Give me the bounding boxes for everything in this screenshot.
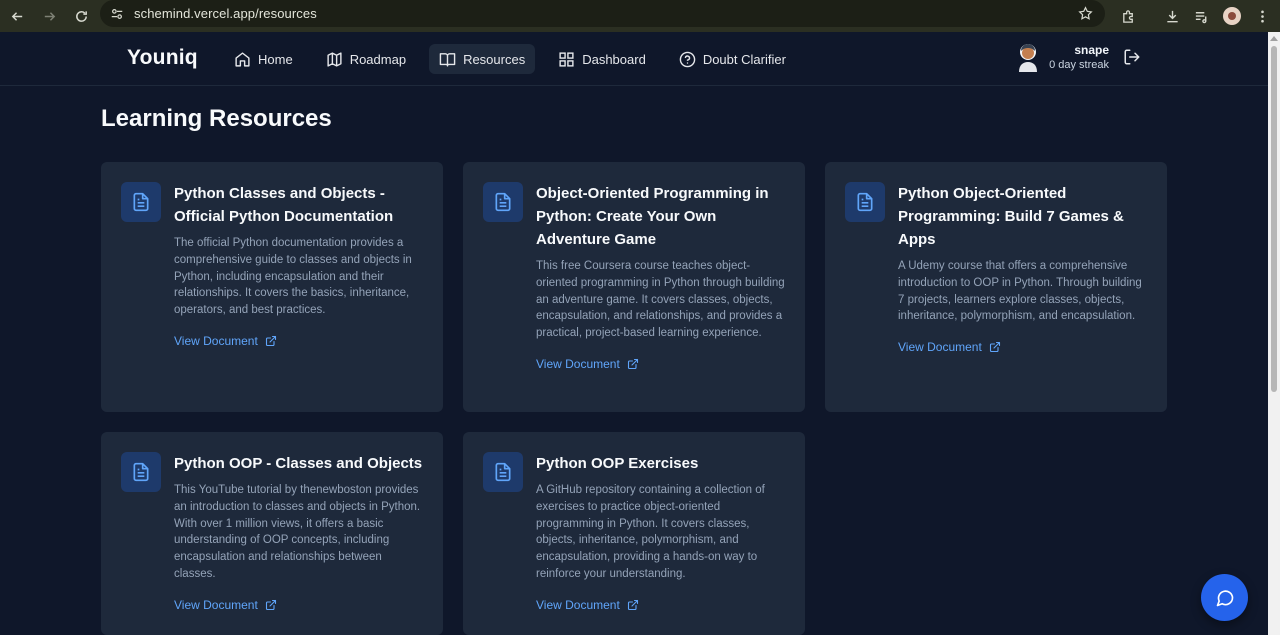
puzzle-icon [1122, 9, 1133, 23]
arrow-left-icon [11, 11, 22, 21]
nav-resources[interactable]: Resources [429, 44, 536, 74]
resource-description: The official Python documentation provid… [174, 237, 412, 317]
home-icon [235, 51, 250, 67]
brand-logo[interactable]: Youniq [127, 46, 198, 70]
external-link-icon [627, 599, 638, 610]
playlist-icon [1195, 11, 1206, 23]
bookmark-star-icon[interactable] [1078, 6, 1093, 21]
resource-title: Object-Oriented Programming in Python: C… [536, 185, 769, 248]
resource-title: Python Classes and Objects - Official Py… [174, 185, 394, 225]
scroll-up-arrow[interactable] [1270, 36, 1278, 41]
document-icon [483, 182, 523, 222]
external-link-icon [989, 342, 1000, 353]
document-icon [483, 452, 523, 492]
app-viewport: Youniq Home Roadmap Resources Dashboard … [0, 32, 1268, 635]
view-document-label: View Document [898, 340, 982, 355]
resource-title: Python OOP Exercises [536, 455, 699, 472]
book-open-icon [439, 52, 456, 67]
resource-description: This free Coursera course teaches object… [536, 260, 785, 340]
main-nav: Home Roadmap Resources Dashboard Doubt C… [224, 44, 809, 74]
nav-doubt-clarifier-label: Doubt Clarifier [702, 51, 786, 67]
resource-title: Python Object-Oriented Programming: Buil… [898, 185, 1124, 248]
reload-icon [75, 10, 87, 22]
view-document-label: View Document [174, 597, 258, 612]
media-control-button[interactable] [1189, 4, 1213, 28]
resource-description: This YouTube tutorial by thenewboston pr… [174, 484, 421, 580]
resource-card: Python Object-Oriented Programming: Buil… [825, 162, 1167, 412]
resource-description: A GitHub repository containing a collect… [536, 484, 765, 580]
browser-toolbar: schemind.vercel.app/resources [0, 0, 1280, 32]
browser-menu-button[interactable] [1250, 4, 1274, 28]
external-link-icon [627, 358, 638, 370]
resource-card: Python OOP - Classes and Objects This Yo… [101, 432, 443, 635]
forward-button[interactable] [34, 4, 64, 28]
document-icon [845, 182, 885, 222]
nav-dashboard-label: Dashboard [582, 51, 646, 67]
nav-home-label: Home [258, 51, 293, 67]
view-document-link[interactable]: View Document [174, 334, 426, 348]
resource-title: Python OOP - Classes and Objects [174, 455, 423, 472]
view-document-link[interactable]: View Document [536, 598, 788, 612]
help-circle-icon [679, 51, 696, 67]
reload-button[interactable] [66, 4, 96, 28]
view-document-label: View Document [536, 597, 620, 612]
page-scrollbar[interactable] [1268, 32, 1280, 635]
arrow-right-icon [44, 11, 55, 21]
message-circle-icon [1216, 589, 1233, 606]
view-document-label: View Document [536, 356, 620, 371]
dashboard-icon [559, 51, 574, 67]
user-info: snape 0 day streak [1049, 43, 1109, 71]
url-text[interactable]: schemind.vercel.app/resources [134, 6, 317, 21]
chat-button[interactable] [1201, 574, 1248, 621]
nav-doubt-clarifier[interactable]: Doubt Clarifier [669, 44, 796, 74]
view-document-link[interactable]: View Document [898, 340, 1150, 354]
view-document-link[interactable]: View Document [536, 357, 788, 371]
nav-roadmap[interactable]: Roadmap [316, 44, 416, 74]
top-navbar: Youniq Home Roadmap Resources Dashboard … [0, 32, 1268, 86]
view-document-link[interactable]: View Document [174, 598, 426, 612]
address-bar[interactable]: schemind.vercel.app/resources [100, 0, 1105, 27]
resource-description: A Udemy course that offers a comprehensi… [898, 260, 1142, 323]
nav-resources-label: Resources [463, 51, 526, 67]
logout-icon[interactable] [1123, 48, 1141, 66]
more-vertical-icon [1260, 10, 1264, 22]
profile-button[interactable] [1220, 4, 1244, 28]
user-name: snape [1074, 43, 1109, 57]
external-link-icon [265, 335, 276, 347]
profile-avatar [1223, 7, 1241, 25]
document-icon [121, 182, 161, 222]
extensions-button[interactable] [1116, 4, 1140, 28]
nav-dashboard[interactable]: Dashboard [548, 44, 656, 74]
back-button[interactable] [2, 4, 32, 28]
user-menu: snape 0 day streak [1015, 42, 1141, 72]
downloads-button[interactable] [1160, 4, 1184, 28]
map-icon [327, 51, 342, 67]
scrollbar-thumb[interactable] [1271, 46, 1277, 392]
download-icon [1166, 10, 1178, 22]
view-document-label: View Document [174, 333, 258, 348]
user-avatar[interactable] [1015, 42, 1041, 72]
resource-card: Object-Oriented Programming in Python: C… [463, 162, 805, 412]
external-link-icon [265, 599, 276, 610]
resource-card: Python OOP Exercises A GitHub repository… [463, 432, 805, 635]
user-streak: 0 day streak [1049, 59, 1109, 71]
page-title: Learning Resources [101, 105, 332, 132]
document-icon [121, 452, 161, 492]
nav-home[interactable]: Home [224, 44, 303, 74]
nav-roadmap-label: Roadmap [349, 51, 407, 67]
site-settings-icon[interactable] [110, 7, 124, 21]
resource-card: Python Classes and Objects - Official Py… [101, 162, 443, 412]
